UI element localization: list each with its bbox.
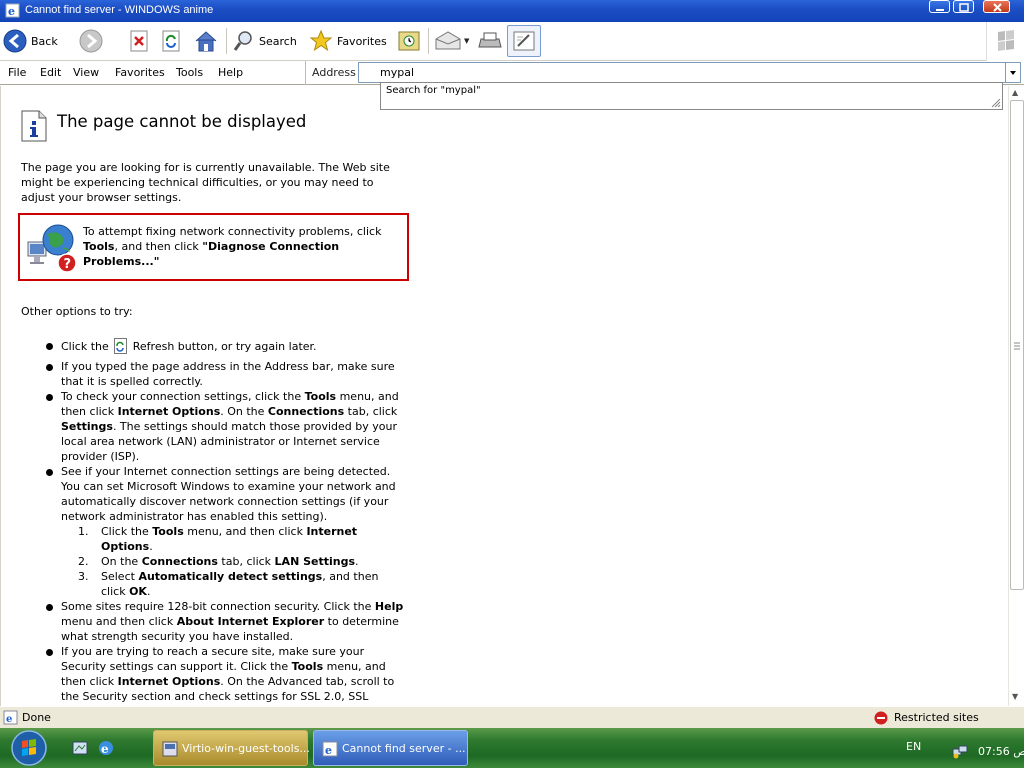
mail-button[interactable]: ▼ (434, 26, 469, 56)
installer-icon (162, 741, 178, 757)
menu-edit[interactable]: Edit (40, 66, 61, 79)
close-button[interactable] (983, 0, 1010, 13)
restricted-icon (874, 711, 888, 725)
scroll-down-icon[interactable]: ▼ (1012, 692, 1018, 701)
diagnose-box: ? To attempt fixing network connectivity… (18, 213, 409, 281)
list-item: 3. Select Automatically detect settings, … (78, 570, 379, 598)
diagnose-text: To attempt fixing network connectivity p… (83, 225, 382, 268)
svg-text:e: e (325, 744, 332, 757)
home-button[interactable] (193, 26, 219, 56)
address-label: Address (312, 66, 356, 79)
forward-button[interactable] (79, 26, 103, 56)
list-item: If you typed the page address in the Add… (21, 359, 406, 389)
security-zone[interactable]: Restricted sites (894, 711, 979, 724)
svg-text:e: e (6, 714, 12, 725)
refresh-icon (162, 30, 180, 52)
resize-grip-icon[interactable] (989, 96, 1001, 108)
address-suggestion-dropdown: Search for "mypal" (380, 82, 1003, 110)
taskbar-item-virtio[interactable]: Virtio-win-guest-tools... (153, 730, 310, 766)
list-item: See if your Internet connection settings… (21, 464, 406, 524)
svg-text:?: ? (64, 257, 72, 272)
home-icon (195, 31, 217, 52)
grip-icon (1014, 342, 1020, 350)
restore-button[interactable] (953, 0, 974, 13)
list-item: Click the Refresh button, or try again l… (21, 338, 406, 354)
taskbar-item-ie[interactable]: e Cannot find server - ... (313, 730, 468, 766)
info-icon (21, 110, 47, 142)
print-button[interactable] (477, 26, 503, 56)
taskbar: e Virtio-win-guest-tools... e Cannot fin… (0, 728, 1024, 768)
window-title: Cannot find server - WINDOWS anime (25, 4, 214, 16)
status-text: Done (22, 711, 51, 724)
page-status-icon: e (3, 710, 18, 725)
edit-button[interactable] (507, 25, 541, 57)
restore-icon (959, 3, 969, 12)
refresh-button[interactable] (161, 26, 183, 56)
close-icon (993, 3, 1002, 12)
list-item: If you are trying to reach a secure site… (21, 644, 406, 704)
menu-help[interactable]: Help (218, 66, 243, 79)
scroll-thumb[interactable] (1010, 100, 1024, 590)
address-dropdown-button[interactable] (1006, 62, 1021, 83)
list-item: 2. On the Connections tab, click LAN Sett… (78, 555, 359, 568)
network-tray-icon[interactable] (952, 745, 968, 759)
show-desktop-icon[interactable] (72, 740, 88, 756)
toolbar: Back Search Favorites ▼ (0, 22, 1024, 61)
menu-view[interactable]: View (73, 66, 99, 79)
options-list: Click the Refresh button, or try again l… (21, 338, 406, 704)
svg-text:e: e (101, 742, 109, 756)
page-title: The page cannot be displayed (57, 112, 307, 131)
ie-quicklaunch-icon[interactable]: e (97, 739, 115, 757)
stop-icon (130, 30, 148, 52)
minimize-icon (936, 9, 944, 11)
status-bar: e Done Restricted sites (0, 706, 1024, 728)
windows-logo (986, 22, 1024, 61)
clock[interactable]: 07:56 ص (978, 745, 1024, 758)
network-diagnose-icon: ? (27, 224, 77, 273)
scroll-up-icon[interactable]: ▲ (1012, 88, 1018, 97)
menu-file[interactable]: File (8, 66, 26, 79)
forward-arrow-icon (79, 29, 103, 53)
star-icon (309, 29, 333, 52)
intro-text: The page you are looking for is currentl… (21, 161, 390, 204)
refresh-icon (114, 338, 128, 354)
start-button[interactable] (8, 729, 50, 767)
history-button[interactable] (397, 26, 421, 56)
menu-bar: File Edit View Favorites Tools Help (0, 61, 306, 85)
history-icon (398, 31, 420, 51)
favorites-button[interactable]: Favorites (309, 26, 387, 56)
menu-favorites[interactable]: Favorites (115, 66, 165, 79)
search-suggestion[interactable]: Search for "mypal" (386, 85, 481, 96)
search-button[interactable]: Search (233, 26, 297, 56)
other-options-heading: Other options to try: (21, 305, 133, 318)
vertical-scrollbar[interactable]: ▲ ▼ (1008, 86, 1024, 706)
svg-text:e: e (8, 5, 15, 18)
back-button[interactable]: Back (3, 26, 58, 56)
chevron-down-icon: ▼ (464, 37, 470, 45)
address-bar[interactable] (358, 62, 1006, 83)
windows-flag-icon (998, 30, 1014, 51)
mail-icon (435, 31, 461, 50)
edit-page-icon (513, 31, 535, 51)
ie-window-icon[interactable]: e (4, 1, 22, 19)
ie-icon: e (322, 741, 338, 757)
stop-button[interactable] (129, 26, 151, 56)
address-input[interactable] (359, 63, 959, 82)
back-arrow-icon (3, 29, 27, 53)
list-item: 1. Click the Tools menu, and then click I… (78, 525, 358, 553)
language-indicator[interactable]: EN (906, 740, 921, 753)
list-item: Some sites require 128-bit connection se… (21, 599, 406, 644)
title-bar[interactable]: e Cannot find server - WINDOWS anime (0, 0, 1024, 22)
printer-icon (478, 32, 502, 48)
page-content: The page cannot be displayed The page yo… (0, 86, 1008, 706)
minimize-button[interactable] (929, 0, 950, 13)
list-item: To check your connection settings, click… (21, 389, 406, 464)
search-icon (233, 31, 252, 51)
menu-tools[interactable]: Tools (176, 66, 203, 79)
chevron-down-icon (1010, 71, 1016, 75)
